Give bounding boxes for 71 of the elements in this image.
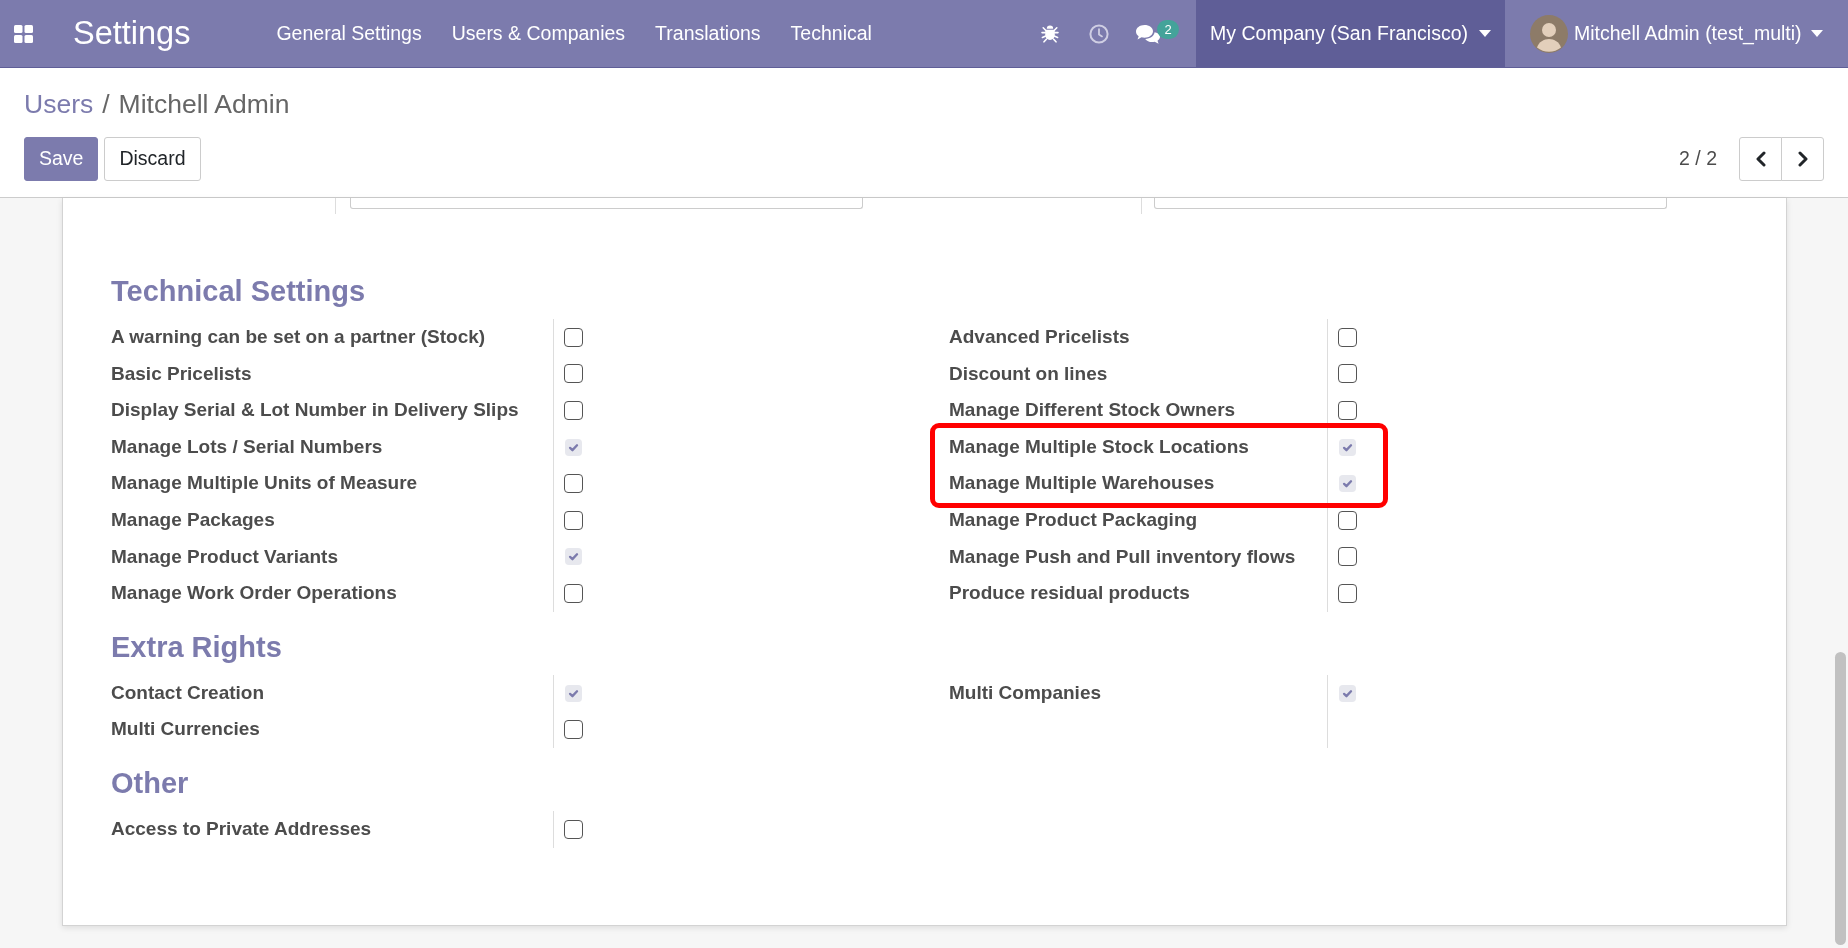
field-label: Basic Pricelists: [111, 362, 252, 384]
checkbox[interactable]: [1338, 364, 1357, 384]
checkbox[interactable]: [564, 401, 583, 420]
checkbox[interactable]: [1339, 684, 1356, 702]
section-heading: Other: [111, 765, 189, 801]
pager-counter: 2 / 2: [1679, 146, 1717, 172]
breadcrumb-link[interactable]: Users: [24, 88, 94, 120]
checkbox[interactable]: [565, 438, 582, 456]
checkbox[interactable]: [1339, 438, 1356, 456]
field-label: Manage Push and Pull inventory flows: [949, 545, 1296, 567]
field-label: Manage Multiple Stock Locations: [949, 435, 1249, 457]
section-heading: Extra Rights: [111, 629, 282, 665]
breadcrumb-separator: /: [102, 88, 110, 120]
checkbox[interactable]: [564, 720, 583, 740]
apps-menu-icon[interactable]: [14, 24, 33, 43]
company-switcher[interactable]: My Company (San Francisco): [1196, 0, 1505, 67]
menu-item[interactable]: Technical: [775, 0, 887, 67]
field-label: Manage Product Variants: [111, 545, 338, 567]
field-label: Produce residual products: [949, 582, 1190, 604]
field-label: Advanced Pricelists: [949, 326, 1130, 348]
checkbox[interactable]: [564, 819, 583, 839]
checkbox[interactable]: [1338, 583, 1357, 603]
next-button[interactable]: [1781, 137, 1824, 181]
checkbox[interactable]: [564, 364, 583, 384]
chat-bubbles-icon[interactable]: [1134, 23, 1161, 44]
bug-icon[interactable]: [1040, 24, 1059, 43]
chevron-right-icon: [1797, 151, 1808, 167]
checkbox[interactable]: [565, 684, 582, 702]
app-title: Settings: [73, 14, 191, 53]
field-label: Manage Multiple Units of Measure: [111, 472, 418, 494]
caret-icon: [1479, 30, 1491, 37]
save-button[interactable]: Save: [24, 137, 99, 181]
input-field[interactable]: [350, 198, 863, 209]
avatar-icon: [1530, 14, 1568, 53]
field-label: Display Serial & Lot Number in Delivery Slips: [111, 399, 519, 421]
field-label: Manage Multiple Warehouses: [949, 472, 1215, 494]
checkbox[interactable]: [1338, 510, 1357, 530]
field-label: A warning can be set on a partner (Stock): [111, 326, 486, 348]
section-heading: Technical Settings: [111, 274, 366, 309]
field-label: Manage Lots / Serial Numbers: [111, 435, 383, 457]
field-label: Contact Creation: [111, 681, 265, 703]
clock-icon[interactable]: [1088, 23, 1109, 44]
previous-button[interactable]: [1739, 137, 1782, 181]
message-count-badge: 2: [1157, 20, 1180, 39]
checkbox[interactable]: [1338, 547, 1357, 567]
discard-button[interactable]: Discard: [104, 137, 201, 181]
user-menu[interactable]: Mitchell Admin (test_multi): [1505, 0, 1848, 67]
checkbox[interactable]: [564, 327, 583, 347]
scrollbar-thumb[interactable]: [1834, 652, 1846, 945]
input-field[interactable]: [1154, 198, 1667, 209]
checkbox[interactable]: [564, 583, 583, 603]
field-label: Multi Companies: [949, 681, 1101, 703]
menu-item[interactable]: General Settings: [261, 0, 437, 67]
menu-item[interactable]: Users & Companies: [436, 0, 641, 67]
checkbox[interactable]: [1338, 401, 1357, 420]
field-label: Discount on lines: [949, 362, 1108, 384]
checkbox[interactable]: [1339, 475, 1356, 493]
field-label: Manage Product Packaging: [949, 509, 1198, 530]
menu-item[interactable]: Translations: [640, 0, 776, 67]
checkbox[interactable]: [564, 510, 583, 530]
field-label: Manage Packages: [111, 509, 275, 530]
checkbox[interactable]: [565, 548, 582, 566]
field-label: Manage Work Order Operations: [111, 582, 397, 604]
checkbox[interactable]: [564, 474, 583, 494]
field-label: Manage Different Stock Owners: [949, 399, 1236, 421]
checkbox[interactable]: [1338, 327, 1357, 347]
breadcrumb-current: Mitchell Admin: [118, 88, 290, 120]
field-label: Access to Private Addresses: [111, 818, 372, 839]
caret-icon: [1811, 30, 1823, 37]
field-label: Multi Currencies: [111, 718, 260, 740]
chevron-left-icon: [1755, 151, 1766, 167]
